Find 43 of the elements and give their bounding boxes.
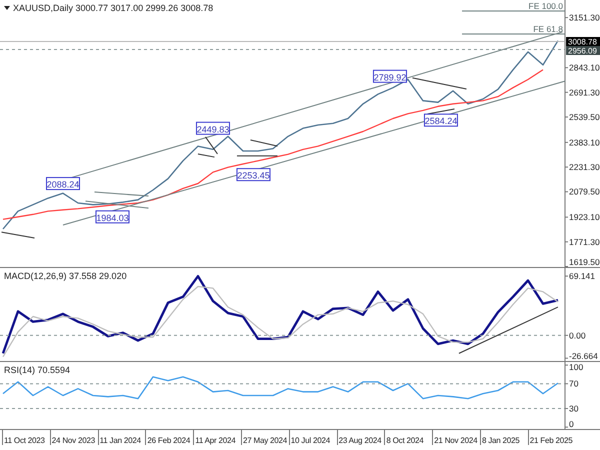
axis-label: 10 Jul 2024 [288, 430, 337, 445]
axis-label: 2843.10 [569, 62, 600, 73]
axis-label: 0 [569, 419, 574, 429]
indicator-title: RSI(14) 70.5594 [4, 365, 70, 375]
axis-label: 11 Jan 2024 [98, 430, 146, 445]
price-label: 2088.24 [46, 177, 80, 190]
price-label: 1984.03 [96, 210, 130, 224]
axis-label: 23 Aug 2024 [336, 430, 384, 445]
axis-label: -26.664 [569, 351, 598, 361]
axis-label: 11 Oct 2023 [2, 430, 50, 445]
axis-label: 21 Nov 2024 [432, 430, 480, 445]
axis-label: 2231.30 [569, 162, 600, 172]
price-label: 2253.45 [236, 168, 270, 182]
axis-label: 1619.50 [569, 257, 600, 267]
axis-label: 8 Jan 2025 [480, 430, 528, 445]
axis-label: 11 Apr 2024 [193, 430, 241, 445]
axis-label: 100 [569, 362, 584, 372]
axis-label: 2383.10 [569, 137, 600, 148]
axis-label: 30 [569, 404, 578, 414]
axis-label: 69.141 [569, 271, 595, 282]
axis-label: 1771.30 [569, 236, 600, 247]
axis-label: 70 [569, 378, 578, 389]
dropdown-caret-icon[interactable] [4, 6, 10, 10]
axis-label: 2691.30 [569, 87, 600, 98]
axis-label: 26 Feb 2024 [145, 430, 194, 445]
axis-label: 24 Nov 2023 [50, 430, 98, 445]
axis-label: 2079.50 [569, 186, 600, 197]
indicator-title: MACD(12,26,9) 37.558 29.020 [4, 271, 127, 281]
price-tag: 2956.09 [566, 46, 600, 56]
axis-label: 8 Oct 2024 [384, 430, 432, 445]
price-label: 2789.92 [372, 70, 407, 83]
fibonacci-label: FE 61.8 [533, 24, 563, 34]
axis-label: 0.00 [569, 330, 586, 340]
price-tag: 3008.78 [566, 37, 600, 46]
axis-label: 21 Feb 2025 [528, 430, 576, 445]
fibonacci-label: FE 100.0 [528, 1, 563, 11]
chart-title: XAUUSD,Daily 3000.77 3017.00 2999.26 3008.78 [13, 3, 214, 13]
axis-label: 1923.10 [569, 212, 600, 222]
axis-label: 2539.50 [569, 112, 600, 122]
price-label: 2584.24 [424, 114, 458, 127]
axis-label: 3151.30 [569, 12, 600, 23]
price-label: 2449.83 [196, 122, 230, 135]
axis-label: 27 May 2024 [240, 430, 289, 445]
